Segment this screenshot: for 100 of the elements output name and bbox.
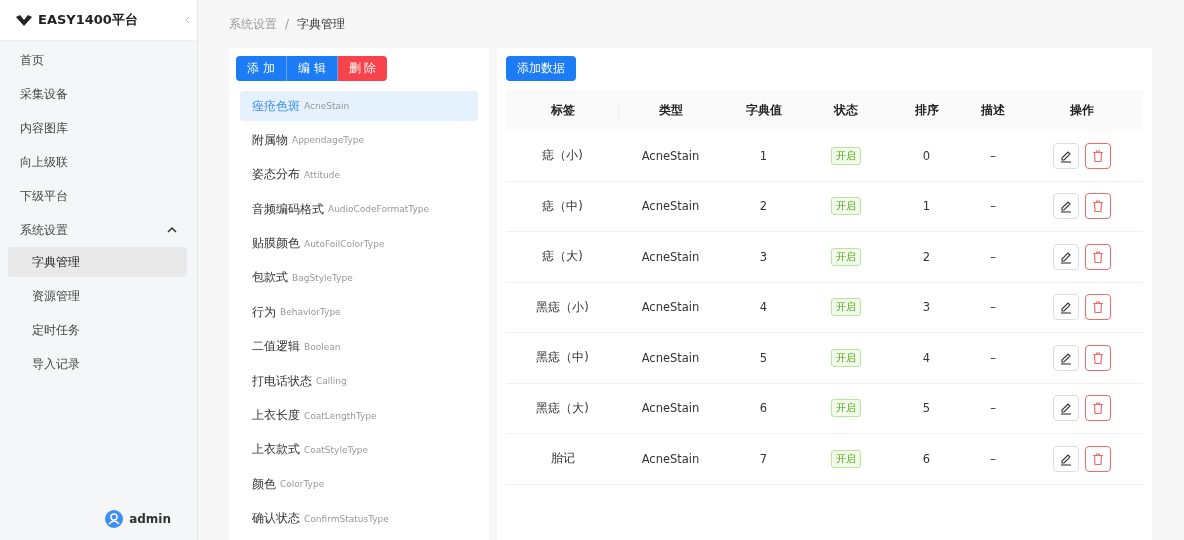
column-header: 标签 [506,90,619,131]
submenu-item[interactable]: 字典管理 [8,247,187,277]
delete-button[interactable] [1084,445,1111,472]
dictionary-type-item[interactable]: 附属物 AppendageType [240,125,478,156]
trash-icon [1090,249,1105,264]
table-cell: 4 [922,350,931,365]
action-button[interactable]: 编 辑 [286,56,338,81]
table-cell: – [990,350,996,365]
table-cell: 痣（中) [542,198,583,214]
chevron-icon [167,226,177,234]
status-tag: 开启 [831,298,861,317]
dictionary-type-item[interactable]: 上衣款式 CoatStyleType [240,434,478,465]
column-header: 描述 [980,102,1006,119]
table-cell: 5 [759,350,768,365]
dictionary-type-item[interactable]: 确认状态 ConfirmStatusType [240,503,478,534]
edit-button[interactable] [1052,344,1079,371]
menu-item[interactable]: 首页 [0,43,197,77]
edit-button[interactable] [1052,193,1079,220]
table-cell: 7 [759,451,768,466]
table-cell: 2 [759,199,768,214]
pencil-icon [1058,401,1073,416]
user-name: admin [129,512,171,526]
chevron-left-icon [183,16,191,24]
menu-item[interactable]: 下级平台 [0,179,197,213]
dictionary-type-item[interactable]: 贴膜颜色 AutoFoilColorType [240,228,478,259]
table-cell: 痣（小) [542,148,583,164]
table-cell: 黑痣（小) [536,299,589,315]
breadcrumb-separator: / [285,17,290,31]
table-cell: – [990,199,996,214]
submenu-item[interactable]: 定时任务 [8,315,187,345]
table-cell: 5 [922,401,931,416]
edit-button[interactable] [1052,243,1079,270]
table-cell: 2 [922,249,931,264]
dictionary-type-item[interactable]: 行为 BehaviorType [240,297,478,328]
user-avatar-icon [105,510,124,528]
submenu-item[interactable]: 导入记录 [8,349,187,379]
delete-button[interactable] [1084,395,1111,422]
brand-name: EASY1400平台 [38,11,138,29]
dictionary-type-item[interactable]: 颜色 ColorType [240,469,478,500]
dictionary-type-item[interactable]: 打电话状态 Calling [240,366,478,397]
table-cell: 6 [759,401,768,416]
trash-icon [1090,401,1105,416]
column-header: 操作 [1068,102,1095,119]
trash-icon [1090,451,1105,466]
trash-icon [1090,350,1105,365]
column-header: 类型 [657,102,684,119]
table-cell: – [990,300,996,315]
table-cell: 3 [922,300,931,315]
table-cell: – [990,249,996,264]
table-cell: 1 [922,199,931,214]
edit-button[interactable] [1052,445,1079,472]
table-cell: 0 [922,148,931,163]
logo-icon [16,14,32,26]
status-tag: 开启 [831,348,861,367]
edit-button[interactable] [1052,294,1079,321]
table-cell: 6 [922,451,931,466]
breadcrumb-item: 字典管理 [297,15,346,33]
table-cell: AcneStain [641,451,700,466]
dictionary-type-item[interactable]: 姿态分布 Attitude [240,159,478,190]
dictionary-type-item[interactable]: 音频编码格式 AudioCodeFormatType [240,194,478,225]
table-cell: – [990,451,996,466]
delete-button[interactable]: 删 除 [337,56,388,81]
trash-icon [1090,300,1105,315]
delete-button[interactable] [1084,243,1111,270]
table-cell: – [990,148,996,163]
table-cell: AcneStain [641,350,700,365]
trash-icon [1090,199,1105,214]
dictionary-type-item[interactable]: 包款式 BagStyleType [240,262,478,293]
add-data-button[interactable]: 添加数据 [506,56,576,81]
table-cell: AcneStain [641,199,700,214]
pencil-icon [1058,300,1073,315]
edit-button[interactable] [1052,142,1079,169]
table-cell: AcneStain [641,300,700,315]
table-cell: 4 [759,300,768,315]
table-cell: AcneStain [641,148,700,163]
delete-button[interactable] [1084,142,1111,169]
status-tag: 开启 [831,146,861,165]
dictionary-type-item[interactable]: 二值逻辑 Boolean [240,331,478,362]
table-cell: 黑痣（中) [536,350,589,366]
action-button[interactable]: 添 加 [236,56,287,81]
table-cell: AcneStain [641,401,700,416]
status-tag: 开启 [831,247,861,266]
pencil-icon [1058,199,1073,214]
delete-button[interactable] [1084,294,1111,321]
menu-item[interactable]: 系统设置 [0,213,197,247]
table-cell: 3 [759,249,768,264]
table-cell: 黑痣（大) [536,400,589,416]
menu-item[interactable]: 采集设备 [0,77,197,111]
table-cell: – [990,401,996,416]
column-header: 排序 [913,102,940,119]
status-tag: 开启 [831,449,861,468]
delete-button[interactable] [1084,344,1111,371]
status-tag: 开启 [831,399,861,418]
menu-item[interactable]: 内容图库 [0,111,197,145]
menu-item[interactable]: 向上级联 [0,145,197,179]
table-cell: 痣（大) [542,249,583,265]
submenu-item[interactable]: 资源管理 [8,281,187,311]
dictionary-type-item[interactable]: 上衣长度 CoatLengthType [240,400,478,431]
delete-button[interactable] [1084,193,1111,220]
edit-button[interactable] [1052,395,1079,422]
